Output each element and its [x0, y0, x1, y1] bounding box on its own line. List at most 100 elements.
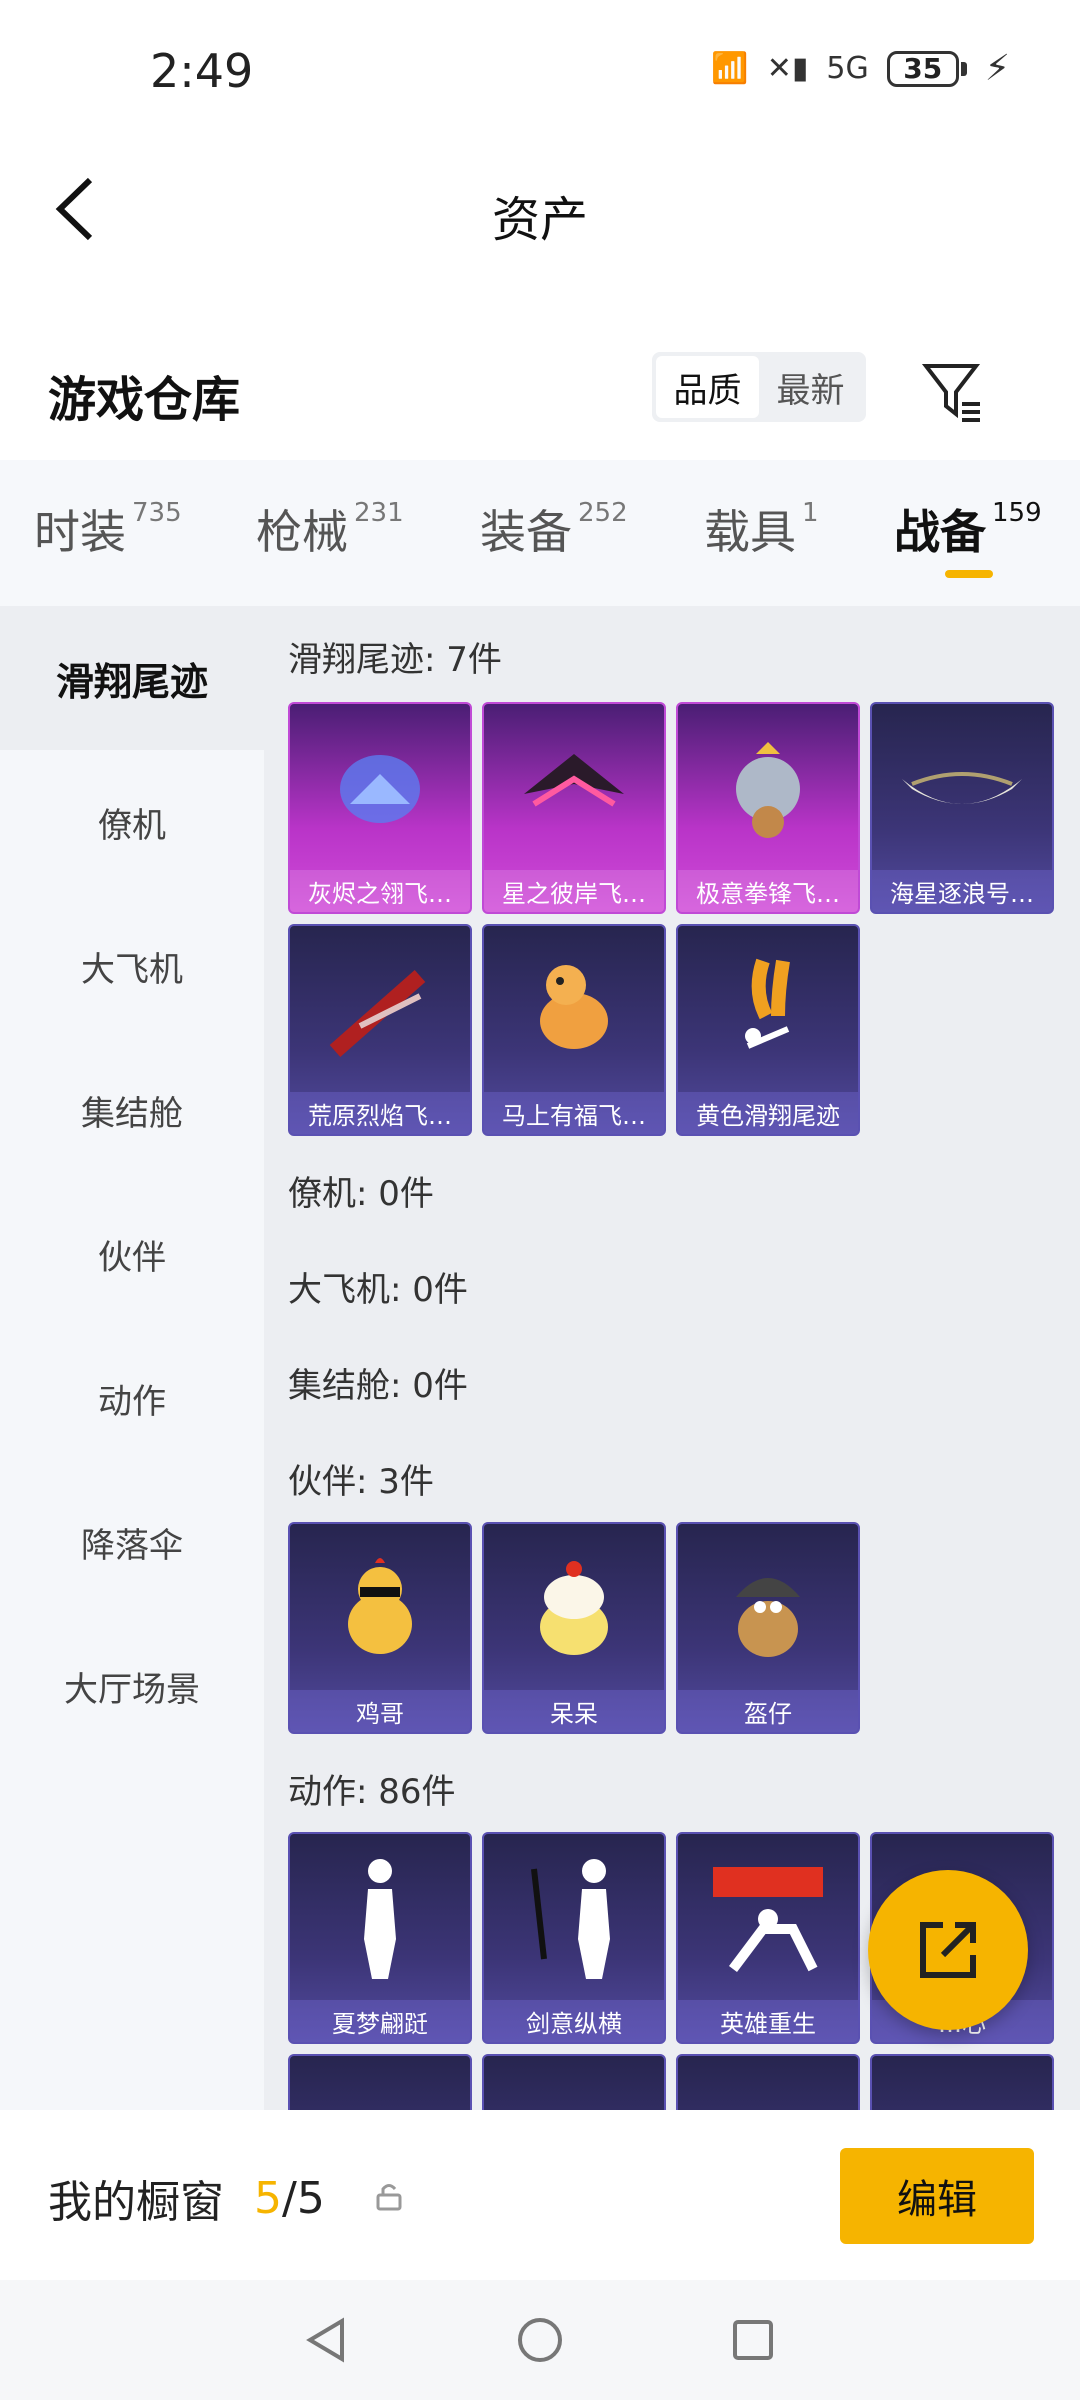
item-name: 极意拳锋飞… — [678, 870, 858, 912]
sidebar-item-lobby-scene[interactable]: 大厅场景 — [0, 1614, 264, 1758]
sort-newest-button[interactable]: 最新 — [759, 356, 862, 418]
item-image — [484, 1834, 664, 2004]
section-title-glide: 滑翔尾迹: 7件 — [288, 640, 502, 680]
battery-level: 35 — [886, 50, 959, 87]
tab-label: 战备 — [894, 505, 986, 559]
item-card[interactable]: 极意拳锋飞… — [676, 702, 860, 914]
item-image — [290, 704, 470, 874]
filter-icon — [921, 364, 981, 422]
item-image — [484, 704, 664, 874]
item-card[interactable]: 鸡哥 — [288, 1522, 472, 1734]
active-tab-indicator — [945, 570, 993, 578]
item-card[interactable]: 星之彼岸飞… — [482, 702, 666, 914]
item-card[interactable]: 马上有福飞… — [482, 924, 666, 1136]
item-image — [678, 1524, 858, 1694]
showcase-label: 我的橱窗 — [48, 2177, 224, 2228]
tab-count: 159 — [992, 498, 1042, 528]
tab-count: 1 — [802, 498, 819, 528]
showcase-total: /5 — [282, 2172, 325, 2224]
item-name: 海星逐浪号… — [872, 870, 1052, 912]
item-card[interactable]: 灰烬之翎飞… — [288, 702, 472, 914]
share-icon — [920, 1922, 976, 1978]
tab-equipment[interactable]: 装备 252 — [480, 496, 628, 562]
item-name: 黄色滑翔尾迹 — [678, 1092, 858, 1134]
tab-label: 载具 — [704, 505, 796, 559]
item-image — [872, 704, 1052, 874]
tab-guns[interactable]: 枪械 231 — [256, 496, 404, 562]
item-image — [290, 926, 470, 1096]
item-card[interactable]: 盔仔 — [676, 1522, 860, 1734]
tab-battle-prep[interactable]: 战备 159 — [894, 496, 1042, 562]
item-card[interactable]: 黄色滑翔尾迹 — [676, 924, 860, 1136]
share-fab-button[interactable] — [868, 1870, 1028, 2030]
showcase-label-row: 我的橱窗 5/5 — [48, 2166, 325, 2230]
item-card[interactable]: 呆呆 — [482, 1522, 666, 1734]
item-name: 呆呆 — [484, 1690, 664, 1732]
circle-home-icon — [517, 2318, 562, 2362]
sidebar-item-plane[interactable]: 大飞机 — [0, 894, 264, 1038]
status-time: 2:49 — [150, 44, 254, 98]
warehouse-title: 游戏仓库 — [48, 372, 241, 428]
item-image — [484, 926, 664, 1096]
sort-quality-button[interactable]: 品质 — [656, 356, 759, 418]
item-card[interactable] — [870, 2054, 1054, 2110]
battery-icon: 35 — [886, 50, 967, 87]
warehouse-header: 游戏仓库 品质 最新 — [0, 330, 1080, 450]
sidebar-item-pod[interactable]: 集结舱 — [0, 1038, 264, 1182]
item-name: 盔仔 — [678, 1690, 858, 1732]
item-card[interactable]: 海星逐浪号… — [870, 702, 1054, 914]
item-card[interactable]: 夏梦翩跹 — [288, 1832, 472, 2044]
square-recents-icon — [733, 2320, 774, 2360]
tab-fashion[interactable]: 时装 735 — [34, 496, 182, 562]
item-name: 夏梦翩跹 — [290, 2000, 470, 2042]
category-tabs: 时装 735 枪械 231 装备 252 载具 1 战备 159 — [0, 460, 1080, 606]
item-card[interactable]: 英雄重生 — [676, 1832, 860, 2044]
tab-label: 枪械 — [256, 505, 348, 559]
item-image — [290, 1834, 470, 2004]
top-bar: 资产 — [0, 150, 1080, 270]
tab-count: 735 — [132, 498, 182, 528]
nav-recents-button[interactable] — [723, 2310, 783, 2370]
item-name: 英雄重生 — [678, 2000, 858, 2042]
lock-icon — [376, 2184, 402, 2211]
item-image — [678, 926, 858, 1096]
item-card[interactable] — [482, 2054, 666, 2110]
item-card[interactable] — [676, 2054, 860, 2110]
sidebar-item-action[interactable]: 动作 — [0, 1326, 264, 1470]
showcase-count: 5/5 — [254, 2173, 325, 2224]
tab-vehicles[interactable]: 载具 1 — [704, 496, 819, 562]
item-name: 鸡哥 — [290, 1690, 470, 1732]
item-card[interactable]: 荒原烈焰飞… — [288, 924, 472, 1136]
item-name: 荒原烈焰飞… — [290, 1092, 470, 1134]
item-name: 星之彼岸飞… — [484, 870, 664, 912]
status-icons: 📶 ✕▮ 5G 35 ⚡ — [711, 48, 1010, 89]
sidebar-item-wingman[interactable]: 僚机 — [0, 750, 264, 894]
tab-count: 231 — [354, 498, 404, 528]
section-title-wingman: 僚机: 0件 — [288, 1174, 434, 1214]
section-title-action: 动作: 86件 — [288, 1772, 456, 1812]
signal-x-icon: ✕▮ — [766, 51, 809, 86]
showcase-bar: 我的橱窗 5/5 编辑 — [0, 2110, 1080, 2280]
triangle-back-icon — [305, 2317, 344, 2363]
item-name: 灰烬之翎飞… — [290, 870, 470, 912]
tab-label: 装备 — [480, 505, 572, 559]
network-label: 5G — [826, 51, 869, 86]
item-image — [678, 704, 858, 874]
sidebar-item-glide-trail[interactable]: 滑翔尾迹 — [0, 606, 264, 750]
item-name: 剑意纵横 — [484, 2000, 664, 2042]
tab-label: 时装 — [34, 505, 126, 559]
item-image — [290, 1524, 470, 1694]
filter-button[interactable] — [918, 356, 988, 426]
section-title-pod: 集结舱: 0件 — [288, 1366, 468, 1406]
item-card[interactable] — [288, 2054, 472, 2110]
sidebar-item-parachute[interactable]: 降落伞 — [0, 1470, 264, 1614]
page-title: 资产 — [491, 192, 588, 248]
nav-home-button[interactable] — [510, 2310, 570, 2370]
sidebar-item-partner[interactable]: 伙伴 — [0, 1182, 264, 1326]
item-image — [484, 1524, 664, 1694]
wifi-icon: 📶 — [711, 51, 749, 86]
edit-button[interactable]: 编辑 — [840, 2148, 1034, 2244]
nav-back-button[interactable] — [297, 2310, 357, 2370]
item-card[interactable]: 剑意纵横 — [482, 1832, 666, 2044]
tab-count: 252 — [578, 498, 628, 528]
